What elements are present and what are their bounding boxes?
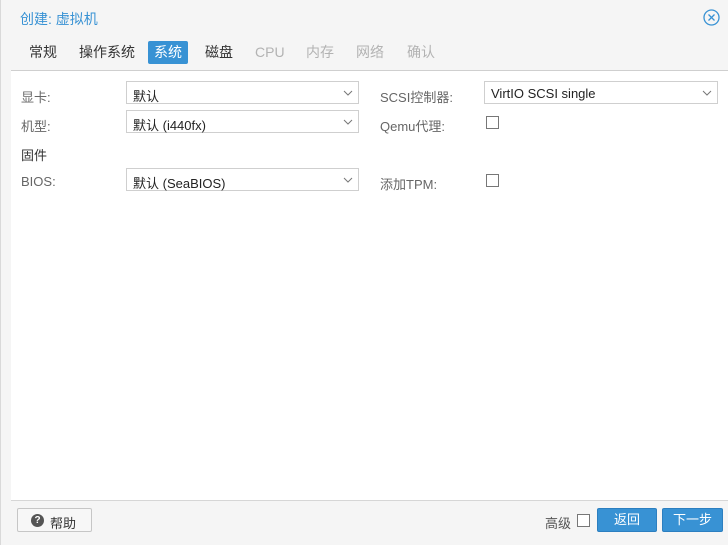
dialog-titlebar: 创建: 虚拟机 — [1, 0, 728, 36]
qemu-agent-label: Qemu代理: — [380, 119, 446, 134]
create-vm-dialog: 创建: 虚拟机 常规 操作系统 系统 磁盘 CPU 内存 网络 确认 显卡: 默… — [0, 0, 728, 545]
tab-network: 网络 — [356, 44, 384, 60]
chevron-down-icon — [343, 90, 353, 96]
close-icon — [703, 9, 720, 26]
dialog-title: 创建: 虚拟机 — [20, 11, 98, 27]
close-button[interactable] — [703, 9, 720, 26]
tab-general[interactable]: 常规 — [23, 41, 63, 64]
back-button[interactable]: 返回 — [597, 508, 657, 532]
tab-cpu: CPU — [255, 44, 285, 60]
machine-select[interactable]: 默认 (i440fx) — [126, 110, 359, 133]
tab-system[interactable]: 系统 — [148, 41, 188, 64]
machine-label: 机型: — [21, 119, 51, 134]
next-button[interactable]: 下一步 — [662, 508, 723, 532]
tab-confirm: 确认 — [407, 44, 435, 60]
bios-value: 默认 (SeaBIOS) — [133, 176, 226, 191]
advanced-checkbox[interactable] — [577, 514, 590, 527]
bios-label: BIOS: — [21, 174, 56, 189]
question-circle-icon: ? — [31, 514, 44, 527]
scsi-controller-label: SCSI控制器: — [380, 90, 453, 105]
scsi-controller-select[interactable]: VirtIO SCSI single — [484, 81, 718, 104]
help-button[interactable]: ? 帮助 — [17, 508, 92, 532]
firmware-section-title: 固件 — [21, 148, 48, 163]
qemu-agent-checkbox[interactable] — [486, 116, 499, 129]
wizard-tabs: 常规 操作系统 系统 磁盘 CPU 内存 网络 确认 — [11, 38, 728, 66]
tab-os[interactable]: 操作系统 — [73, 41, 141, 64]
add-tpm-checkbox[interactable] — [486, 174, 499, 187]
system-settings-panel: 显卡: 默认 机型: 默认 (i440fx) 固件 BIOS: 默认 (SeaB… — [11, 70, 728, 501]
chevron-down-icon — [702, 90, 712, 96]
tab-disks[interactable]: 磁盘 — [199, 41, 239, 64]
tab-memory: 内存 — [306, 44, 334, 60]
advanced-label: 高级 — [545, 516, 572, 531]
display-select[interactable]: 默认 — [126, 81, 359, 104]
display-value: 默认 — [133, 89, 160, 104]
chevron-down-icon — [343, 119, 353, 125]
bios-select[interactable]: 默认 (SeaBIOS) — [126, 168, 359, 191]
dialog-footer: ? 帮助 高级 返回 下一步 — [11, 502, 728, 545]
add-tpm-label: 添加TPM: — [380, 177, 438, 192]
chevron-down-icon — [343, 177, 353, 183]
machine-value: 默认 (i440fx) — [133, 118, 206, 133]
scsi-controller-value: VirtIO SCSI single — [491, 86, 596, 101]
help-button-label: 帮助 — [50, 516, 77, 531]
display-label: 显卡: — [21, 90, 51, 105]
